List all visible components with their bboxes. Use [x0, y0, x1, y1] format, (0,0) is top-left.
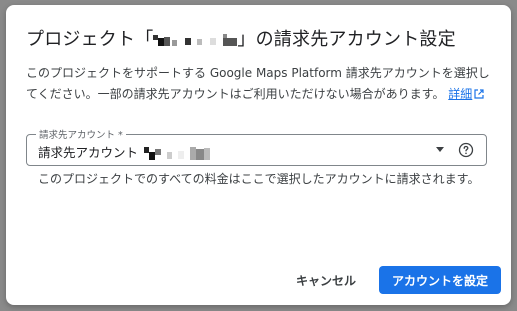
dialog-title-suffix: 」の請求先アカウント設定 — [237, 29, 456, 50]
billing-account-label: 請求先アカウント * — [36, 127, 126, 141]
billing-account-dialog: プロジェクト「 」の請求先アカウント設定 このプロジェクトをサポートする Goo… — [6, 5, 511, 305]
dialog-title: プロジェクト「 」の請求先アカウント設定 — [26, 25, 456, 51]
dialog-description: このプロジェクトをサポートする Google Maps Platform 請求先… — [26, 63, 496, 105]
redacted-project-name — [153, 33, 238, 47]
external-link-icon[interactable] — [474, 89, 484, 99]
set-account-button[interactable]: アカウントを設定 — [379, 266, 501, 294]
billing-account-select[interactable]: 請求先アカウント * 請求先アカウント — [26, 127, 487, 166]
description-text: このプロジェクトをサポートする Google Maps Platform 請求先… — [26, 66, 490, 101]
details-link-label: 詳細 — [448, 87, 473, 101]
details-link[interactable]: 詳細 — [448, 87, 472, 101]
help-circle-icon[interactable] — [458, 142, 474, 158]
billing-hint: このプロジェクトでのすべての料金はここで選択したアカウントに請求されます。 — [38, 172, 480, 186]
billing-account-value: 請求先アカウント — [38, 142, 214, 161]
billing-account-value-text: 請求先アカウント — [38, 145, 139, 160]
redacted-account-name — [142, 146, 214, 160]
dialog-title-prefix: プロジェクト「 — [26, 29, 154, 50]
dropdown-arrow-icon[interactable] — [436, 147, 444, 152]
cancel-button[interactable]: キャンセル — [290, 266, 362, 294]
